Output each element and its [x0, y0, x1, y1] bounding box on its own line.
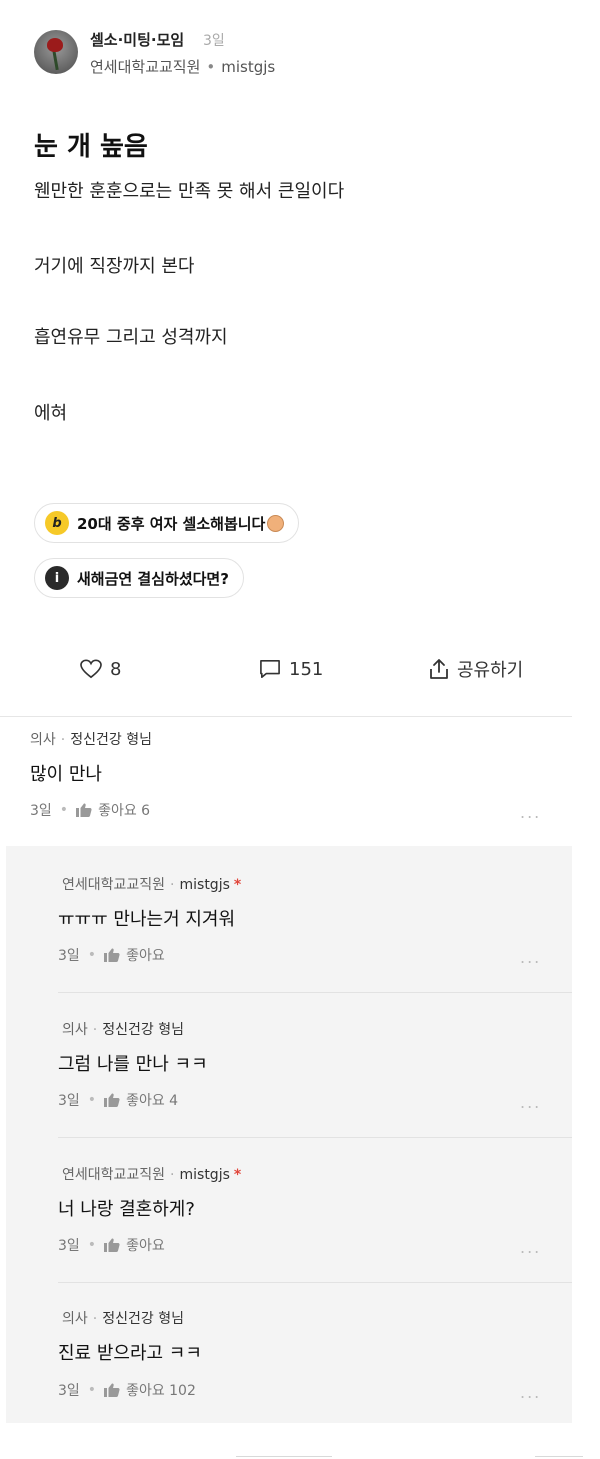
reply-like-button[interactable]: 좋아요 102 — [104, 1380, 196, 1400]
avatar[interactable] — [34, 30, 78, 74]
comment-company: 의사 — [30, 732, 56, 748]
reply-text: ㅠㅠㅠ 만나는거 지겨워 — [58, 909, 236, 930]
post-time: 3일 — [203, 33, 225, 49]
comment-nickname: 정신건강 형님 — [70, 732, 152, 748]
reply-meta: 의사 · 정신건강 형님 — [62, 1311, 184, 1327]
reply-meta: 연세대학교교직원 · mistgjs * — [62, 1167, 242, 1183]
bottom-edge-line — [236, 1456, 332, 1457]
reply-footer: 3일 • 좋아요 4 — [58, 1090, 179, 1110]
author-meta: 연세대학교교직원 • mistgjs — [90, 56, 275, 77]
chip-label: 20대 중후 여자 셀소해봅니다 — [77, 513, 285, 534]
reply-time: 3일 — [58, 948, 80, 964]
share-button[interactable]: 공유하기 — [429, 655, 523, 683]
post-body-line: 웬만한 훈훈으로는 만족 못 해서 큰일이다 — [34, 181, 345, 202]
replies-container — [6, 846, 572, 1423]
more-options-icon[interactable]: ... — [520, 948, 541, 967]
reply-company: 연세대학교교직원 — [62, 1167, 166, 1183]
comment-footer: 3일 • 좋아요 6 — [30, 800, 151, 820]
reply-company: 연세대학교교직원 — [62, 877, 166, 893]
reply-nickname: 정신건강 형님 — [102, 1022, 184, 1038]
reply-nickname: mistgjs — [179, 1167, 230, 1183]
post-body-line: 거기에 직장까지 본다 — [34, 256, 195, 277]
thumbs-up-icon — [76, 803, 92, 817]
comment-text: 많이 만나 — [30, 764, 102, 785]
comment-icon — [260, 660, 280, 678]
reply-time: 3일 — [58, 1093, 80, 1109]
like-button[interactable]: 8 — [80, 655, 121, 683]
reply-divider — [58, 1282, 572, 1283]
related-post-chip[interactable]: b 20대 중후 여자 셀소해봅니다 — [34, 503, 300, 543]
author-company: 연세대학교교직원 — [90, 58, 201, 76]
reply-nickname: 정신건강 형님 — [102, 1311, 184, 1327]
reply-footer: 3일 • 좋아요 102 — [58, 1380, 196, 1400]
reply-like-button[interactable]: 좋아요 — [104, 1235, 165, 1255]
reply-text: 진료 받으라고 ㅋㅋ — [58, 1343, 202, 1364]
b-badge-icon: b — [45, 511, 69, 535]
thumbs-up-icon — [104, 1383, 120, 1397]
reply-nickname: mistgjs — [179, 877, 230, 893]
info-icon: i — [45, 566, 69, 590]
reply-meta: 연세대학교교직원 · mistgjs * — [62, 877, 242, 893]
reply-like-button[interactable]: 좋아요 — [104, 945, 165, 965]
thumbs-up-icon — [104, 948, 120, 962]
reply-text: 그럼 나를 만나 ㅋㅋ — [58, 1054, 208, 1075]
reply-company: 의사 — [62, 1311, 88, 1327]
reply-time: 3일 — [58, 1238, 80, 1254]
more-options-icon[interactable]: ... — [520, 803, 541, 822]
more-options-icon[interactable]: ... — [520, 1238, 541, 1257]
reply-text: 너 나랑 결혼하게? — [58, 1199, 195, 1220]
reply-divider — [58, 992, 572, 993]
comment-meta: 의사 · 정신건강 형님 — [30, 732, 152, 748]
post-body-line: 흡연유무 그리고 성격까지 — [34, 327, 228, 348]
more-options-icon[interactable]: ... — [520, 1383, 541, 1402]
comment-time: 3일 — [30, 803, 52, 819]
board-name[interactable]: 셀소·미팅·모임 — [90, 29, 184, 50]
post-body-line: 에혀 — [34, 403, 68, 424]
reply-footer: 3일 • 좋아요 — [58, 945, 165, 965]
heart-icon — [80, 659, 102, 679]
thumbs-up-icon — [104, 1093, 120, 1107]
woman-raising-hand-emoji-icon — [267, 514, 285, 532]
reply-footer: 3일 • 좋아요 — [58, 1235, 165, 1255]
reply-company: 의사 — [62, 1022, 88, 1038]
author-marker: * — [233, 1167, 242, 1183]
author-nickname: mistgjs — [221, 58, 276, 76]
reply-like-button[interactable]: 좋아요 4 — [104, 1090, 178, 1110]
comment-button[interactable]: 151 — [259, 655, 323, 683]
share-icon — [430, 659, 448, 679]
divider — [0, 716, 572, 717]
share-label: 공유하기 — [457, 660, 524, 681]
bottom-edge-line — [535, 1456, 583, 1457]
comment-count: 151 — [289, 658, 324, 680]
reply-meta: 의사 · 정신건강 형님 — [62, 1022, 184, 1038]
post-title: 눈 개 높음 — [34, 132, 148, 162]
reply-divider — [58, 1137, 572, 1138]
thumbs-up-icon — [104, 1238, 120, 1252]
reply-time: 3일 — [58, 1383, 80, 1399]
comment-like-button[interactable]: 좋아요 6 — [76, 800, 150, 820]
info-chip[interactable]: i 새해금연 결심하셨다면? — [34, 558, 244, 598]
like-count: 8 — [110, 658, 122, 680]
author-marker: * — [233, 877, 242, 893]
meta-dot: • — [206, 58, 216, 76]
chip-label: 새해금연 결심하셨다면? — [77, 569, 229, 588]
more-options-icon[interactable]: ... — [520, 1093, 541, 1112]
